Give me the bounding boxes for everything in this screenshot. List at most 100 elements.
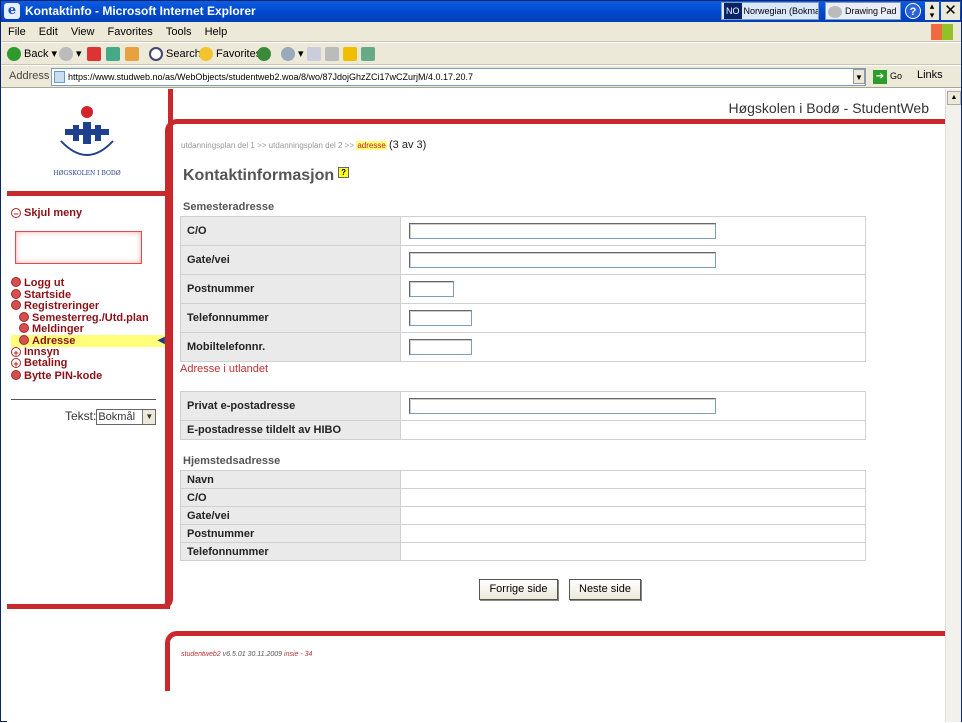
assigned-email-label: E-postadresse tildelt av HIBO — [180, 420, 401, 440]
links-button[interactable]: Links — [917, 69, 943, 81]
address-input[interactable]: https://www.studweb.no/as/WebObjects/stu… — [51, 68, 866, 86]
prev-page-button[interactable]: Forrige side — [479, 579, 558, 600]
menu-favorites[interactable]: Favorites — [108, 22, 153, 42]
breadcrumb-current: adresse — [356, 141, 387, 150]
home-table: Navn C/O Gate/vei Postnummer Telefonnummer — [180, 470, 866, 561]
table-row: Telefonnummer — [180, 303, 866, 333]
back-button[interactable]: Back ▾ — [7, 46, 57, 63]
semester-field-cell — [400, 274, 866, 304]
sidebar-item-label: Startside — [24, 288, 72, 301]
help-icon[interactable]: ? — [338, 167, 350, 178]
private-email-input[interactable] — [409, 398, 716, 414]
table-row: C/O — [180, 216, 866, 246]
sidebar-item-registreringer[interactable]: Registreringer — [11, 300, 169, 312]
semester-field-input[interactable] — [409, 281, 454, 297]
breadcrumb-sep: >> — [257, 141, 267, 150]
go-label[interactable]: Go — [890, 71, 902, 81]
options-arrow-icon[interactable]: ▴ ▾ — [925, 2, 939, 20]
menu-bar: File Edit View Favorites Tools Help — [1, 22, 961, 42]
history-button[interactable]: ▾ — [281, 46, 304, 63]
sidebar-item-logg-ut[interactable]: Logg ut — [11, 277, 169, 289]
menu-file[interactable]: File — [8, 22, 26, 42]
site-title: Høgskolen i Bodø - StudentWeb — [728, 100, 929, 116]
table-row: C/O — [180, 488, 866, 507]
media-button[interactable] — [257, 46, 274, 63]
mail-button[interactable] — [307, 46, 324, 63]
semester-field-input[interactable] — [409, 339, 472, 355]
semester-title: Semesteradresse — [183, 201, 275, 213]
sidebar-item-meldinger[interactable]: Meldinger — [11, 323, 169, 335]
menu-view[interactable]: View — [71, 22, 95, 42]
language-indicator[interactable]: NO Norwegian (Bokmal) — [721, 2, 819, 20]
menu-edit[interactable]: Edit — [39, 22, 58, 42]
bullet-icon — [19, 311, 29, 322]
favorites-button[interactable]: Favorites — [199, 46, 261, 63]
toolbar: Back ▾ ▾ Search Favorites ▾ — [1, 43, 961, 65]
stop-button[interactable] — [87, 46, 104, 63]
semester-field-label: C/O — [180, 216, 401, 246]
hide-menu-label: Skjul meny — [24, 207, 83, 219]
address-dropdown-icon[interactable]: ▼ — [853, 69, 865, 84]
messenger-icon — [361, 47, 375, 62]
help-icon[interactable]: ? — [905, 3, 921, 19]
breadcrumb-step2[interactable]: utdanningsplan del 2 — [269, 141, 343, 150]
abroad-address-link[interactable]: Adresse i utlandet — [180, 363, 268, 375]
semester-field-input[interactable] — [409, 310, 472, 326]
print-icon — [325, 47, 339, 62]
chevron-down-icon: ▼ — [142, 410, 156, 424]
home-button[interactable] — [125, 46, 142, 63]
forward-button[interactable]: ▾ — [59, 46, 82, 63]
footer-server: insie - 34 — [284, 651, 313, 658]
drawing-pad-icon — [828, 5, 842, 18]
home-field-label: Navn — [180, 470, 401, 489]
print-button[interactable] — [325, 46, 342, 63]
sidebar-item-betaling[interactable]: + Betaling — [11, 357, 169, 370]
home-field-value — [400, 488, 866, 507]
folder-button[interactable] — [343, 46, 360, 63]
close-icon[interactable]: ✕ — [941, 2, 960, 20]
table-row: Postnummer — [180, 524, 866, 543]
search-button[interactable]: Search — [149, 46, 201, 63]
sidebar-item-semesterreg-utd-plan[interactable]: Semesterreg./Utd.plan — [11, 311, 169, 324]
hide-menu-link[interactable]: − Skjul meny — [11, 207, 82, 219]
sidebar-item-label: Registreringer — [24, 300, 100, 313]
semester-field-input[interactable] — [409, 252, 716, 268]
home-field-value — [400, 524, 866, 543]
drawing-pad-button[interactable]: Drawing Pad — [825, 2, 901, 20]
semester-field-cell — [400, 332, 866, 362]
menu-tools[interactable]: Tools — [166, 22, 192, 42]
window-title: Kontaktinfo - Microsoft Internet Explore… — [25, 4, 256, 18]
home-field-value — [400, 470, 866, 489]
next-page-button[interactable]: Neste side — [569, 579, 641, 600]
login-box[interactable] — [15, 231, 142, 264]
sidebar-item-label: Meldinger — [32, 323, 84, 336]
semester-table: C/O Gate/vei Postnummer Telefonnummer Mobilt… — [180, 216, 866, 362]
mail-icon — [307, 47, 321, 62]
assigned-email-value — [400, 420, 866, 440]
bullet-icon — [11, 288, 21, 299]
address-url: https://www.studweb.no/as/WebObjects/stu… — [68, 72, 474, 82]
table-row: Postnummer — [180, 274, 866, 304]
back-label: Back — [24, 48, 49, 60]
table-row: Gate/vei — [180, 245, 866, 275]
back-arrow-icon — [7, 47, 21, 62]
breadcrumb-step1[interactable]: utdanningsplan del 1 — [181, 141, 255, 150]
language-selector: Tekst: Bokmål ▼ — [65, 409, 157, 425]
browser-window: e Kontaktinfo - Microsoft Internet Explo… — [0, 0, 962, 723]
ie-icon: e — [4, 3, 20, 19]
go-arrow-icon[interactable]: ➔ — [873, 70, 887, 84]
sidebar-item-bytte-pin-kode[interactable]: Bytte PIN-kode — [11, 369, 169, 382]
search-icon — [149, 47, 163, 62]
semester-field-input[interactable] — [409, 223, 716, 239]
title-bar: e Kontaktinfo - Microsoft Internet Explo… — [1, 1, 961, 22]
active-arrow-icon: ◀ — [157, 334, 165, 346]
table-row: Gate/vei — [180, 506, 866, 525]
language-select[interactable]: Bokmål ▼ — [96, 409, 157, 425]
messenger-button[interactable] — [361, 46, 378, 63]
scroll-up-icon[interactable]: ▲ — [947, 91, 961, 105]
refresh-button[interactable] — [106, 46, 123, 63]
menu-help[interactable]: Help — [205, 22, 228, 42]
sidebar-item-label: Betaling — [24, 357, 68, 370]
sidebar-item-startside[interactable]: Startside — [11, 288, 169, 301]
vertical-scrollbar[interactable]: ▲ — [945, 89, 961, 722]
